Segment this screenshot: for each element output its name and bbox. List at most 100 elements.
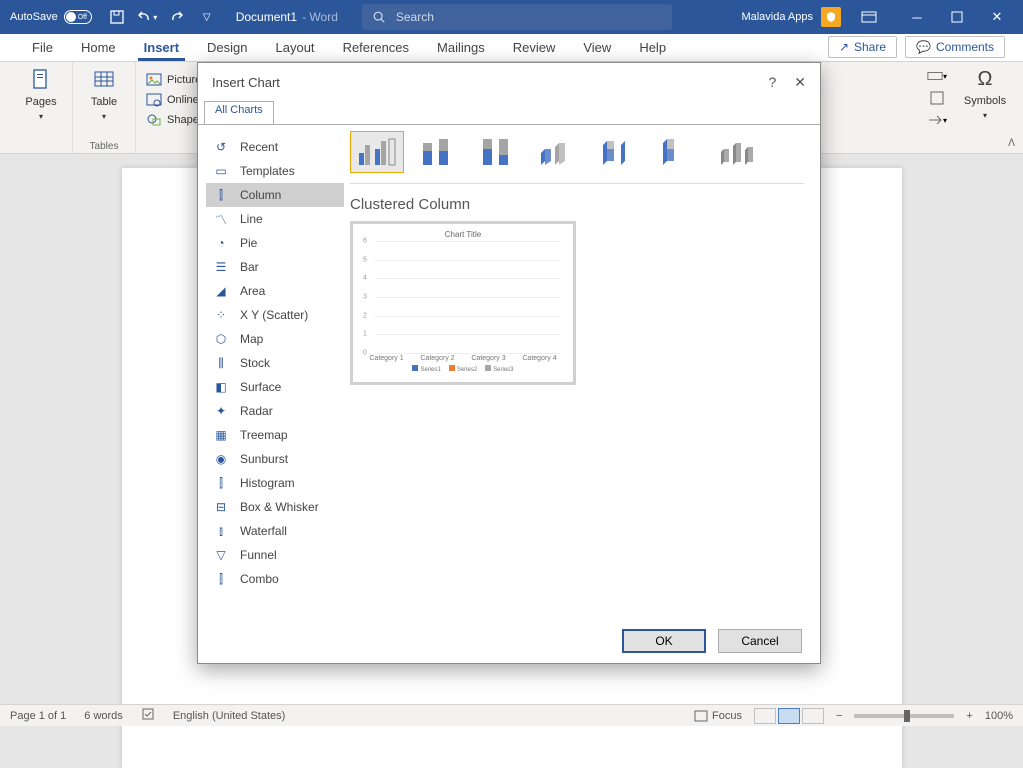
subtype-3d-100-stacked[interactable] (650, 131, 704, 173)
category-area[interactable]: ◢Area (206, 279, 344, 303)
category-label: Bar (240, 260, 259, 274)
subtype-3d-clustered[interactable] (530, 131, 584, 173)
tab-all-charts[interactable]: All Charts (204, 101, 274, 125)
category-icon: ◧ (212, 378, 230, 396)
collapse-ribbon-icon[interactable]: ᐱ (1008, 138, 1015, 149)
zoom-in-icon[interactable]: + (966, 710, 972, 722)
view-web-layout[interactable] (802, 708, 824, 724)
page-icon (27, 68, 55, 92)
category-icon: ✦ (212, 402, 230, 420)
dialog-help-icon[interactable]: ? (768, 74, 776, 90)
category-icon: ⫿ (212, 474, 230, 492)
save-icon[interactable] (106, 6, 128, 28)
status-page[interactable]: Page 1 of 1 (10, 710, 66, 722)
category-histogram[interactable]: ⫿ Histogram (206, 471, 344, 495)
minimize-button[interactable]: ─ (897, 0, 937, 34)
category-label: Histogram (240, 476, 295, 490)
comments-button[interactable]: 💬Comments (905, 36, 1005, 58)
category-label: Box & Whisker (240, 500, 319, 514)
link-split-icon[interactable]: ▾ (927, 68, 947, 84)
ok-button[interactable]: OK (622, 629, 706, 653)
category-icon: ⊟ (212, 498, 230, 516)
view-print-layout[interactable] (778, 708, 800, 724)
user-name[interactable]: Malavida Apps (741, 11, 813, 23)
tab-file[interactable]: File (18, 33, 67, 61)
category-label: Stock (240, 356, 270, 370)
category-funnel[interactable]: ▽Funnel (206, 543, 344, 567)
search-icon (372, 10, 386, 24)
close-button[interactable]: ✕ (977, 0, 1017, 34)
tab-design[interactable]: Design (193, 33, 261, 61)
search-input[interactable]: Search (362, 4, 672, 30)
maximize-button[interactable] (937, 0, 977, 34)
tables-group-label: Tables (90, 141, 119, 152)
autosave-toggle[interactable]: AutoSave Off (10, 10, 92, 24)
zoom-level[interactable]: 100% (985, 710, 1013, 722)
subtype-clustered-column[interactable] (350, 131, 404, 173)
category-radar[interactable]: ✦Radar (206, 399, 344, 423)
tab-home[interactable]: Home (67, 33, 130, 61)
category-label: Funnel (240, 548, 277, 562)
category-treemap[interactable]: ▦Treemap (206, 423, 344, 447)
category-bar[interactable]: ☰Bar (206, 255, 344, 279)
redo-icon[interactable] (166, 6, 188, 28)
subtype-100-stacked-column[interactable] (470, 131, 524, 173)
category-icon: ⁘ (212, 306, 230, 324)
category-map[interactable]: ⬡Map (206, 327, 344, 351)
category-stock[interactable]: ⫼Stock (206, 351, 344, 375)
status-proofing-icon[interactable] (141, 707, 155, 724)
user-avatar-icon[interactable] (821, 7, 841, 27)
category-icon: ⫿ (212, 570, 230, 588)
tab-insert[interactable]: Insert (130, 33, 193, 61)
subtype-3d-stacked[interactable] (590, 131, 644, 173)
ribbon-display-icon[interactable] (849, 0, 889, 34)
customize-qat-icon[interactable]: ▽ (196, 6, 218, 28)
category-combo[interactable]: ⫿Combo (206, 567, 344, 591)
cancel-button[interactable]: Cancel (718, 629, 802, 653)
category-icon: ⫿ (212, 186, 230, 204)
bookmark-icon[interactable] (927, 90, 947, 106)
insert-chart-dialog: Insert Chart ? ✕ All Charts ↺Recent▭Temp… (197, 62, 821, 664)
tab-mailings[interactable]: Mailings (423, 33, 499, 61)
subtype-title: Clustered Column (350, 196, 804, 213)
category-pie[interactable]: ◔Pie (206, 231, 344, 255)
shapes-icon (146, 112, 162, 128)
tab-review[interactable]: Review (499, 33, 570, 61)
symbols-button[interactable]: Ω Symbols▾ (959, 68, 1011, 120)
chart-preview[interactable]: Chart Title 0123456 Category 1Category 2… (350, 221, 576, 385)
cross-ref-icon[interactable]: ▾ (927, 112, 947, 128)
tab-layout[interactable]: Layout (262, 33, 329, 61)
undo-icon[interactable]: ▾ (136, 6, 158, 28)
category-label: Surface (240, 380, 281, 394)
tab-view[interactable]: View (569, 33, 625, 61)
zoom-out-icon[interactable]: − (836, 710, 842, 722)
category-line[interactable]: 〽Line (206, 207, 344, 231)
category-x-y-scatter-[interactable]: ⁘X Y (Scatter) (206, 303, 344, 327)
tab-references[interactable]: References (329, 33, 423, 61)
dialog-close-icon[interactable]: ✕ (794, 74, 806, 91)
category-waterfall[interactable]: ⫾Waterfall (206, 519, 344, 543)
subtype-3d-column[interactable] (710, 131, 764, 173)
status-language[interactable]: English (United States) (173, 710, 286, 722)
pages-button[interactable]: Pages▾ (20, 68, 62, 121)
category-templates[interactable]: ▭Templates (206, 159, 344, 183)
document-title: Document1- Word (236, 10, 338, 24)
subtype-stacked-column[interactable] (410, 131, 464, 173)
category-sunburst[interactable]: ◉Sunburst (206, 447, 344, 471)
share-button[interactable]: ↗Share (828, 36, 897, 58)
category-label: Column (240, 188, 281, 202)
status-words[interactable]: 6 words (84, 710, 123, 722)
category-icon: ⬡ (212, 330, 230, 348)
category-icon: ↺ (212, 138, 230, 156)
category-surface[interactable]: ◧ Surface (206, 375, 344, 399)
category-box-whisker[interactable]: ⊟ Box & Whisker (206, 495, 344, 519)
category-column[interactable]: ⫿ Column (206, 183, 344, 207)
category-recent[interactable]: ↺Recent (206, 135, 344, 159)
tab-help[interactable]: Help (625, 33, 680, 61)
view-read-mode[interactable] (754, 708, 776, 724)
focus-mode[interactable]: Focus (694, 710, 742, 722)
zoom-slider[interactable] (854, 714, 954, 718)
status-bar: Page 1 of 1 6 words English (United Stat… (0, 704, 1023, 726)
ribbon-tabs: File Home Insert Design Layout Reference… (0, 34, 1023, 62)
table-button[interactable]: Table▾ (83, 68, 125, 121)
